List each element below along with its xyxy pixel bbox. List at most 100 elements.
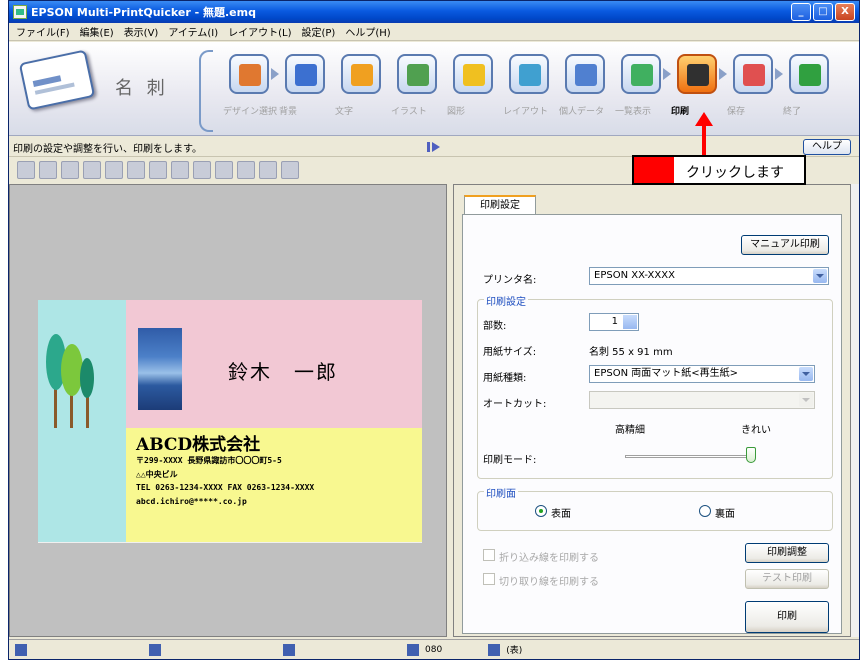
panel-scrollbar[interactable] xyxy=(851,184,859,637)
copies-value: 1 xyxy=(611,316,618,327)
menu-item[interactable]: アイテム(I) xyxy=(163,24,223,39)
step-exit[interactable]: 終了 xyxy=(783,50,835,130)
side-back-label: 裏面 xyxy=(715,509,735,520)
menu-file[interactable]: ファイル(F) xyxy=(11,24,75,39)
menu-edit[interactable]: 編集(E) xyxy=(75,24,119,39)
menu-layout[interactable]: レイアウト(L) xyxy=(223,24,296,39)
list-view-icon xyxy=(621,54,661,94)
cut-line-checkbox xyxy=(483,573,495,585)
printer-select[interactable]: EPSON XX-XXXX xyxy=(589,267,829,285)
side-front-radio[interactable] xyxy=(535,505,547,517)
personal-data-icon xyxy=(565,54,605,94)
card-address: 〒299-XXXX 長野県諏訪市〇〇〇町5-5 xyxy=(136,456,282,465)
step-background[interactable]: 背景 xyxy=(279,50,331,130)
title-bar: EPSON Multi-PrintQuicker - 無題.emq _ □ X xyxy=(9,1,859,23)
shape-icon xyxy=(453,54,493,94)
exit-icon xyxy=(789,54,829,94)
print-side-group-title: 印刷面 xyxy=(484,485,518,500)
distribute-icon[interactable] xyxy=(259,161,277,179)
printer-label: プリンタ名: xyxy=(483,275,537,286)
card-email: abcd.ichiro@*****.co.jp xyxy=(136,497,247,506)
print-mode-track[interactable] xyxy=(625,455,751,458)
step-text[interactable]: 文字 xyxy=(335,50,387,130)
step-shape[interactable]: 図形 xyxy=(447,50,499,130)
callout-arrow-line xyxy=(702,124,706,156)
group-icon[interactable] xyxy=(215,161,233,179)
step-save[interactable]: 保存 xyxy=(727,50,779,130)
tab-print-settings[interactable]: 印刷設定 xyxy=(464,195,536,215)
paste-icon[interactable] xyxy=(171,161,189,179)
print-mode-slider[interactable] xyxy=(746,447,756,463)
menu-settings[interactable]: 設定(P) xyxy=(296,24,340,39)
minimize-button[interactable]: _ xyxy=(791,3,811,21)
undo-icon[interactable] xyxy=(17,161,35,179)
chevron-down-icon xyxy=(799,393,813,407)
app-icon xyxy=(13,5,27,19)
close-button[interactable]: X xyxy=(835,3,855,21)
tool-move-icon[interactable] xyxy=(149,643,161,656)
step-label: 図形 xyxy=(447,107,466,117)
print-button[interactable]: 印刷 xyxy=(745,601,829,633)
print-settings-panel: 印刷設定 マニュアル印刷 プリンタ名: EPSON XX-XXXX 印刷設定 部… xyxy=(453,184,851,637)
illustration-icon xyxy=(397,54,437,94)
tool-resize-icon[interactable] xyxy=(283,643,295,656)
delete-icon[interactable] xyxy=(127,161,145,179)
chevron-down-icon xyxy=(813,269,827,283)
tree-illustration-icon xyxy=(46,334,94,428)
side-front-label: 表面 xyxy=(551,509,571,520)
redo-icon[interactable] xyxy=(39,161,57,179)
page-side-value: (表) xyxy=(506,646,523,656)
zoom-value: 080 xyxy=(425,644,443,655)
print-mode-label: 印刷モード: xyxy=(483,455,537,466)
design-canvas[interactable]: 鈴木 一郎 ABCD株式会社 〒299-XXXX 長野県諏訪市〇〇〇町5-5 △… xyxy=(9,184,447,637)
hint-text: 印刷の設定や調整を行い、印刷をします。 xyxy=(13,144,202,155)
print-side-group: 印刷面 xyxy=(477,485,833,531)
align-icon[interactable] xyxy=(237,161,255,179)
select-icon[interactable] xyxy=(61,161,79,179)
card-sea-photo xyxy=(138,328,182,410)
step-list-view[interactable]: 一覧表示 xyxy=(615,50,667,130)
help-button[interactable]: ヘルプ xyxy=(803,139,851,155)
copy-icon[interactable] xyxy=(149,161,167,179)
tool-arrow-icon[interactable] xyxy=(15,643,27,656)
window-title: EPSON Multi-PrintQuicker - 無題.emq xyxy=(31,6,256,19)
step-toolbar: 名 刺 デザイン選択 背景 文字 イラスト 図形 レイアウト 個人データ 一覧表示 印刷 保存 終了 xyxy=(9,42,859,136)
print-settings-body: マニュアル印刷 プリンタ名: EPSON XX-XXXX 印刷設定 部数: 1 … xyxy=(462,214,842,634)
step-label: 個人データ xyxy=(559,107,605,117)
window-controls: _ □ X xyxy=(791,3,855,21)
step-personal-data[interactable]: 個人データ xyxy=(559,50,611,130)
callout-text: クリックします xyxy=(686,165,784,181)
play-icon[interactable] xyxy=(427,142,441,152)
application-window: EPSON Multi-PrintQuicker - 無題.emq _ □ X … xyxy=(8,0,860,660)
menu-help[interactable]: ヘルプ(H) xyxy=(340,24,395,39)
step-layout[interactable]: レイアウト xyxy=(503,50,555,130)
paper-type-select[interactable]: EPSON 両面マット紙<再生紙> xyxy=(589,365,815,383)
test-print-button: テスト印刷 xyxy=(745,569,829,589)
menu-view[interactable]: 表示(V) xyxy=(119,24,164,39)
printer-value: EPSON XX-XXXX xyxy=(594,270,675,281)
fold-line-label: 折り込み線を印刷する xyxy=(499,553,599,564)
paper-size-value: 名刺 55 x 91 mm xyxy=(589,347,673,358)
copies-label: 部数: xyxy=(483,321,507,332)
manual-print-button[interactable]: マニュアル印刷 xyxy=(741,235,829,255)
spin-arrows-icon[interactable] xyxy=(623,315,637,329)
design-icon xyxy=(229,54,269,94)
autocut-label: オートカット: xyxy=(483,399,547,410)
business-card-preview[interactable]: 鈴木 一郎 ABCD株式会社 〒299-XXXX 長野県諏訪市〇〇〇町5-5 △… xyxy=(38,300,422,543)
step-arrow-icon xyxy=(663,68,671,80)
layer-icon[interactable] xyxy=(281,161,299,179)
printer-icon xyxy=(677,54,717,94)
card-cyan-lower-block xyxy=(38,428,126,542)
side-back-radio[interactable] xyxy=(699,505,711,517)
maximize-button[interactable]: □ xyxy=(813,3,833,21)
card-company: ABCD株式会社 xyxy=(136,435,261,455)
zoom-in-icon[interactable] xyxy=(83,161,101,179)
copies-stepper[interactable]: 1 xyxy=(589,313,639,331)
print-adjust-button[interactable]: 印刷調整 xyxy=(745,543,829,563)
fold-line-checkbox xyxy=(483,549,495,561)
chevron-down-icon xyxy=(799,367,813,381)
step-illustration[interactable]: イラスト xyxy=(391,50,443,130)
zoom-out-icon[interactable] xyxy=(105,161,123,179)
step-design[interactable]: デザイン選択 xyxy=(223,50,277,130)
paste-special-icon[interactable] xyxy=(193,161,211,179)
